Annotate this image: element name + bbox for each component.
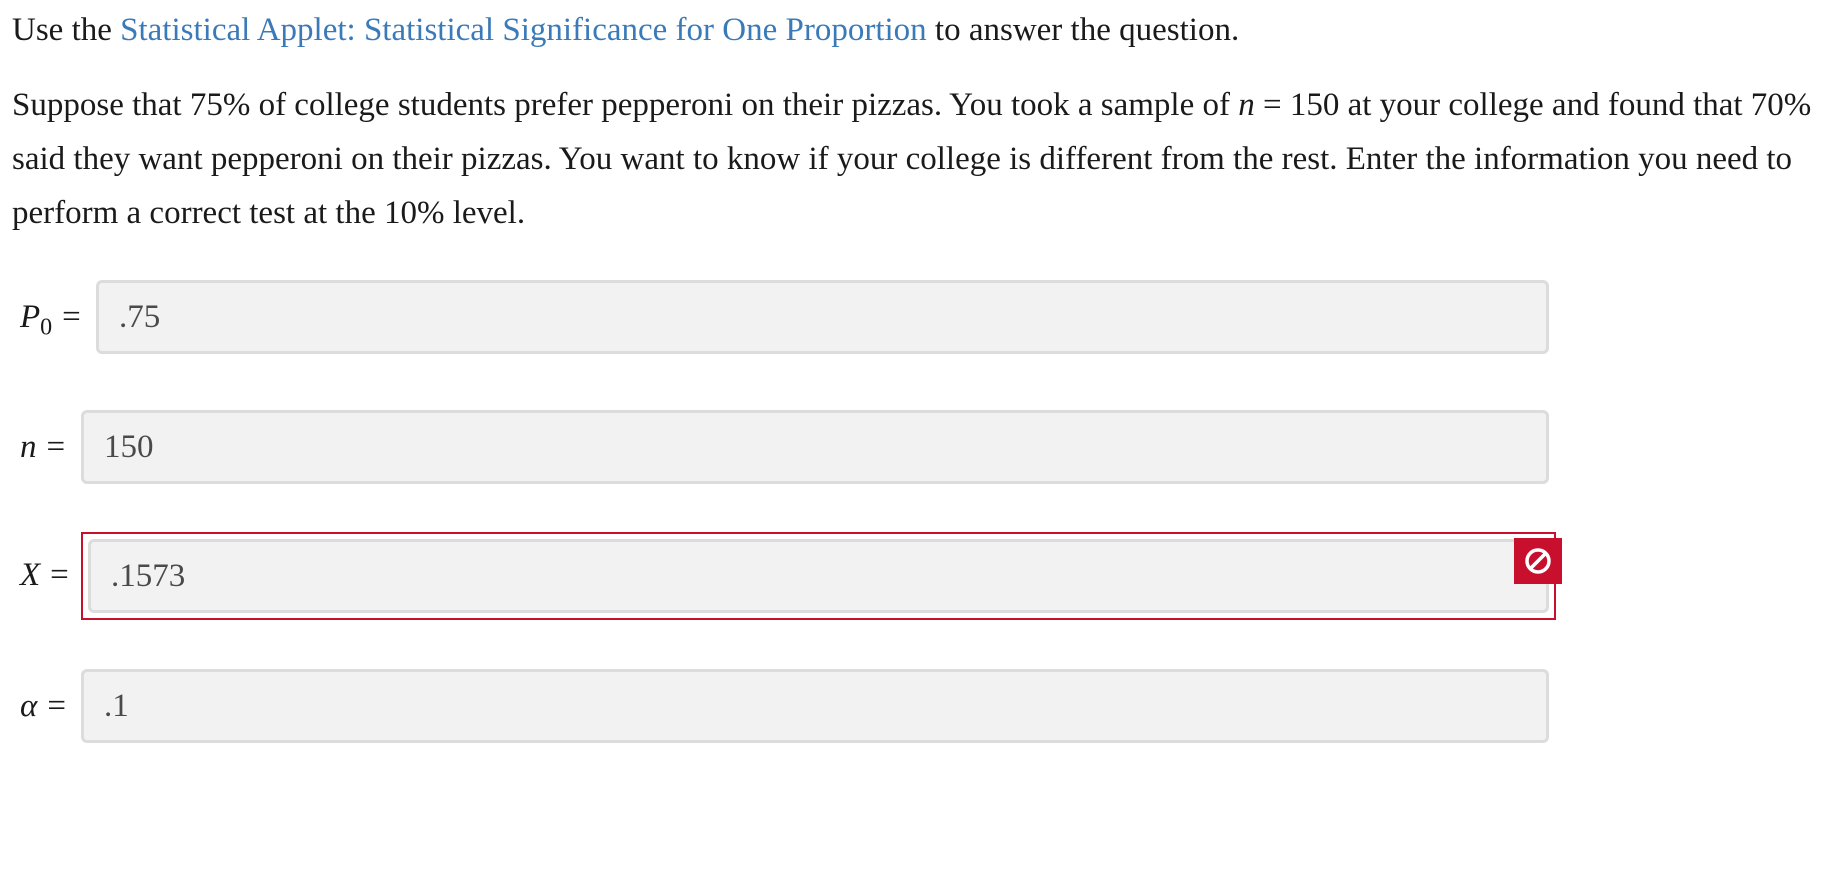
x-input[interactable] [88, 539, 1549, 613]
instructions: Use the Statistical Applet: Statistical … [12, 8, 1832, 52]
x-label: X = [20, 557, 69, 593]
instructions-prefix: Use the [12, 12, 121, 48]
n-input[interactable] [81, 410, 1549, 484]
n-row: n = [0, 410, 1844, 484]
n-label: n = [20, 429, 66, 465]
alpha-input[interactable] [81, 669, 1549, 743]
p0-input[interactable] [96, 280, 1549, 354]
x-row: X = [0, 532, 1844, 620]
p0-row: P0 = [0, 280, 1844, 354]
instructions-suffix: to answer the question. [926, 12, 1240, 48]
prohibited-icon [1514, 538, 1562, 584]
prohibited-icon-svg [1525, 548, 1551, 574]
question-n-variable: n [1238, 87, 1255, 123]
p0-label: P0 = [20, 299, 81, 341]
question-part-1: Suppose that 75% of college students pre… [12, 87, 1239, 123]
alpha-row: α = [0, 669, 1844, 743]
alpha-label: α = [20, 688, 66, 724]
applet-link[interactable]: Statistical Applet: Statistical Signific… [120, 12, 927, 48]
question-text: Suppose that 75% of college students pre… [12, 78, 1832, 240]
